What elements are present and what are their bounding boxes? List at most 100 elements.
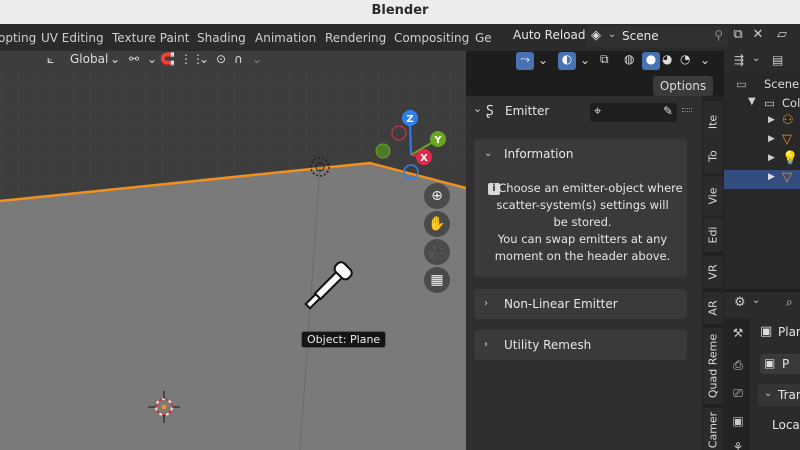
tab-shading[interactable]: Shading xyxy=(197,31,246,45)
scene-tab-icon[interactable]: ⚘ xyxy=(730,440,746,450)
tab-camera[interactable]: Camer xyxy=(703,408,723,450)
xray-toggle-icon[interactable]: ⧉ xyxy=(600,52,609,67)
filter-icon[interactable]: ▤ xyxy=(772,53,783,67)
pan-hand-icon[interactable]: ✋ xyxy=(424,211,450,237)
outliner[interactable]: ⇶ ⌄ ▤ ▭ Scene c ▼ ▭ Col ▶ ⚇ ▶ ▽ ▶ 💡 ▶ ▽ xyxy=(724,51,800,289)
non-linear-emitter-panel[interactable]: › Non-Linear Emitter xyxy=(474,289,687,319)
snap-toggle-icon[interactable]: 🧲 xyxy=(160,52,175,70)
utility-remesh-panel[interactable]: › Utility Remesh xyxy=(474,330,687,360)
camera-view-icon[interactable]: 🎥 xyxy=(424,239,450,265)
chevron-down-icon[interactable]: ⌄ xyxy=(473,102,482,115)
outliner-object-row[interactable]: ▶ ▽ xyxy=(724,132,800,151)
view-layer-icon[interactable]: ▱ xyxy=(772,27,792,47)
material-shading-icon[interactable]: ◕ xyxy=(662,52,672,66)
eyedropper-icon[interactable]: ✎ xyxy=(663,104,673,118)
right-editor-column: ⇶ ⌄ ▤ ▭ Scene c ▼ ▭ Col ▶ ⚇ ▶ ▽ ▶ 💡 ▶ ▽ xyxy=(724,51,800,450)
scene-selector[interactable]: ◈ ⌄ Scene ⚲ xyxy=(586,26,728,47)
view-layer-tab-icon[interactable]: ▣ xyxy=(730,414,746,430)
tab-view[interactable]: Vie xyxy=(703,176,723,216)
orientation-dropdown[interactable]: Global xyxy=(70,52,108,70)
utility-remesh-title[interactable]: Utility Remesh xyxy=(504,338,591,352)
overlay-toggle-icon[interactable]: ◐ xyxy=(558,52,576,70)
tab-quad-remesher[interactable]: Quad Reme xyxy=(703,328,723,404)
chevron-down-icon[interactable]: ⌄ xyxy=(199,52,209,70)
outliner-display-icon[interactable]: ⇶ xyxy=(734,53,744,67)
tab-item[interactable]: Ite xyxy=(703,101,723,143)
chevron-right-icon[interactable]: ▶ xyxy=(768,153,775,163)
chevron-down-icon[interactable]: ⌄ xyxy=(580,53,590,67)
rendered-shading-icon[interactable]: ◔ xyxy=(680,52,690,66)
new-scene-icon[interactable]: ⧉ xyxy=(728,27,748,47)
pin-icon[interactable]: ⚲ xyxy=(714,28,723,42)
pivot-point-icon[interactable]: ⚯ xyxy=(129,52,139,70)
output-tab-icon[interactable]: ⎚ xyxy=(730,386,746,402)
transform-label: Tran xyxy=(778,388,800,402)
auto-reload-label[interactable]: Auto Reload xyxy=(513,28,586,42)
proportional-edit-icon[interactable]: ⊙ xyxy=(216,52,226,70)
scene-collection-label: Scene c xyxy=(764,77,800,91)
transform-panel-header[interactable]: ⌄ Tran xyxy=(758,384,800,406)
chevron-down-icon[interactable]: ⌄ xyxy=(700,53,710,67)
close-icon[interactable]: ✕ xyxy=(748,27,768,47)
tab-texture-paint[interactable]: Texture Paint xyxy=(112,31,189,45)
tab-uv-editing[interactable]: UV Editing xyxy=(41,31,104,45)
properties-editor[interactable]: ⚙ ⌄ ⌕ ⚒ ⎙ ⎚ ▣ ⚘ ▣ Plan ▣ P ⌄ Tran Locat xyxy=(724,292,800,450)
outliner-object-row[interactable]: ▶ ⚇ xyxy=(724,113,800,132)
tab-scripting[interactable]: opting xyxy=(0,31,36,45)
chevron-right-icon[interactable]: ▶ xyxy=(768,172,775,182)
tool-tab-icon[interactable]: ⚒ xyxy=(730,326,746,342)
chevron-down-icon[interactable]: ⌄ xyxy=(110,52,120,70)
tab-vr[interactable]: VR xyxy=(703,256,723,288)
object-data-icon: ▣ xyxy=(760,324,773,339)
properties-editor-icon[interactable]: ⚙ xyxy=(734,295,746,310)
chevron-right-icon[interactable]: ▶ xyxy=(768,115,775,125)
chevron-right-icon[interactable]: › xyxy=(484,298,488,309)
chevron-down-icon[interactable]: ⌄ xyxy=(752,53,760,64)
viewport-canvas[interactable]: Z Y X xyxy=(0,51,466,450)
chevron-down-icon[interactable]: ⌄ xyxy=(538,53,548,67)
outliner-object-row[interactable]: ▶ 💡 xyxy=(724,151,800,170)
3d-viewport[interactable]: Z Y X ⟀ Global ⌄ ⚯ ⌄ 🧲 ⋮⋮ ⌄ ⊙ ∩ ⌄ 👁 ⌄ ⊕ … xyxy=(0,51,466,450)
tab-animation[interactable]: Animation xyxy=(255,31,316,45)
transform-orientation-icon[interactable]: ⟀ xyxy=(47,52,54,70)
scene-name[interactable]: Scene xyxy=(622,29,659,43)
information-panel: ⌄ Information i Choose an emitter-object… xyxy=(474,139,687,277)
drag-handle[interactable] xyxy=(682,108,692,112)
outliner-scene-row[interactable]: ▭ Scene c xyxy=(724,75,800,94)
chevron-down-icon[interactable]: ⌄ xyxy=(752,295,760,306)
tab-edit[interactable]: Edi xyxy=(703,218,723,252)
chevron-down-icon[interactable]: ⌄ xyxy=(147,52,157,70)
outliner-object-row-selected[interactable]: ▶ ▽ xyxy=(724,170,800,189)
chevron-down-icon[interactable]: ⌄ xyxy=(484,148,492,159)
tab-geometry-nodes[interactable]: Ge xyxy=(475,31,492,45)
options-dropdown[interactable]: Options xyxy=(653,76,713,96)
outliner-collection-row[interactable]: ▼ ▭ Col xyxy=(724,94,800,113)
mesh-object-icon: ▽ xyxy=(782,170,792,185)
tab-ar[interactable]: AR xyxy=(703,292,723,324)
tab-compositing[interactable]: Compositing xyxy=(394,31,469,45)
window-title: Blender xyxy=(371,3,429,18)
properties-header: ⚙ ⌄ ⌕ xyxy=(724,292,800,316)
plane-object[interactable] xyxy=(0,163,466,450)
chevron-right-icon[interactable]: › xyxy=(484,339,488,350)
chevron-down-icon[interactable]: ⌄ xyxy=(252,52,262,70)
tab-rendering[interactable]: Rendering xyxy=(325,31,386,45)
object-field[interactable]: ▣ P xyxy=(760,354,800,374)
emitter-object-field[interactable]: ⌖ ✎ xyxy=(590,103,677,122)
search-icon[interactable]: ⌕ xyxy=(786,295,793,310)
falloff-curve-icon[interactable]: ∩ xyxy=(234,52,243,70)
solid-shading-icon[interactable]: ● xyxy=(642,52,660,70)
chevron-right-icon[interactable]: ▶ xyxy=(768,134,775,144)
chevron-down-icon[interactable]: ▼ xyxy=(748,96,756,107)
perspective-grid-icon[interactable]: ▦ xyxy=(424,267,450,293)
emitter-header[interactable]: ⌄ Ʂ Emitter ⌖ ✎ xyxy=(466,96,702,124)
information-panel-title[interactable]: Information xyxy=(504,147,573,161)
non-linear-emitter-title[interactable]: Non-Linear Emitter xyxy=(504,297,618,311)
render-tab-icon[interactable]: ⎙ xyxy=(730,358,746,374)
wireframe-shading-icon[interactable]: ◍ xyxy=(624,52,634,66)
zoom-icon[interactable]: ⊕ xyxy=(424,183,450,209)
gizmo-toggle-icon[interactable]: ⤳ xyxy=(516,52,534,70)
info-line: You can swap emitters at any xyxy=(497,232,668,246)
tab-tool[interactable]: To xyxy=(703,139,723,173)
chevron-down-icon[interactable]: ⌄ xyxy=(764,388,772,399)
